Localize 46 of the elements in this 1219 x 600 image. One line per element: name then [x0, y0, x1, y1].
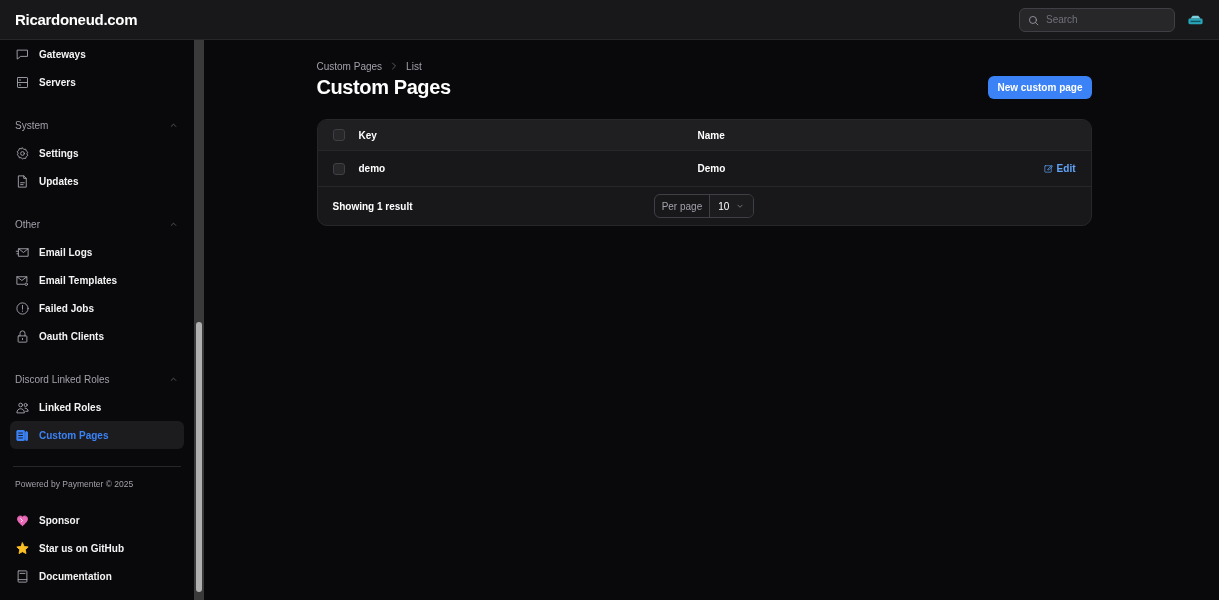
nav-link[interactable]: Documentation	[10, 562, 184, 590]
table-cell-text: Demo	[697, 163, 727, 174]
nav-item[interactable]: Updates	[10, 167, 184, 195]
nav-item[interactable]: Failed Jobs	[10, 294, 184, 322]
star-icon	[15, 540, 30, 556]
nav-item[interactable]: Custom Pages	[10, 421, 184, 449]
nav-item[interactable]: Settings	[10, 139, 184, 167]
nav-item[interactable]: Email Templates	[10, 266, 184, 294]
search-field[interactable]: Search	[1019, 7, 1175, 32]
settings-icon	[15, 145, 30, 161]
group-header[interactable]: Other	[10, 210, 184, 238]
group-header[interactable]: Discord Linked Roles	[10, 365, 184, 393]
nav-link[interactable]: Sponsor	[10, 506, 184, 534]
nav-item[interactable]: Email Logs	[10, 238, 184, 266]
server-icon	[15, 74, 30, 90]
nav-link[interactable]: Star us on GitHub	[10, 534, 184, 562]
nav-item[interactable]: Servers	[10, 68, 184, 96]
edit-icon	[1042, 163, 1054, 174]
heart-icon	[15, 512, 30, 528]
alert-icon	[15, 300, 30, 316]
document-icon	[15, 173, 30, 189]
checkbox[interactable]	[332, 129, 345, 141]
nav-item[interactable]: Gateways	[10, 40, 184, 68]
per-page-select[interactable]: Per page 10	[653, 194, 755, 218]
table-cell-text: demo	[358, 163, 387, 174]
page-title: Custom Pages	[316, 76, 451, 99]
result-count: Showing 1 result	[332, 200, 414, 212]
lock-icon	[15, 328, 30, 344]
avatar-icon[interactable]	[1187, 13, 1204, 26]
column-header[interactable]: Name	[697, 129, 998, 141]
footer-note: Powered by Paymenter © 2025	[15, 479, 135, 489]
nav-item[interactable]: Oauth Clients	[10, 322, 184, 350]
chat-icon	[15, 46, 30, 62]
pages-icon	[15, 427, 30, 443]
checkbox[interactable]	[332, 162, 345, 175]
scrollbar[interactable]	[194, 40, 204, 600]
nav-item[interactable]: Linked Roles	[10, 393, 184, 421]
edit-link[interactable]: Edit	[1042, 163, 1076, 174]
group-header[interactable]: System	[10, 111, 184, 139]
breadcrumb-item: List	[406, 60, 422, 72]
breadcrumb-link[interactable]: Custom Pages	[316, 60, 383, 72]
users-icon	[15, 399, 30, 415]
new-page-button[interactable]: New custom page	[988, 76, 1092, 99]
book-icon	[15, 568, 30, 584]
column-header[interactable]: Key	[358, 129, 698, 141]
site-title[interactable]: Ricardoneud.com	[15, 11, 138, 28]
